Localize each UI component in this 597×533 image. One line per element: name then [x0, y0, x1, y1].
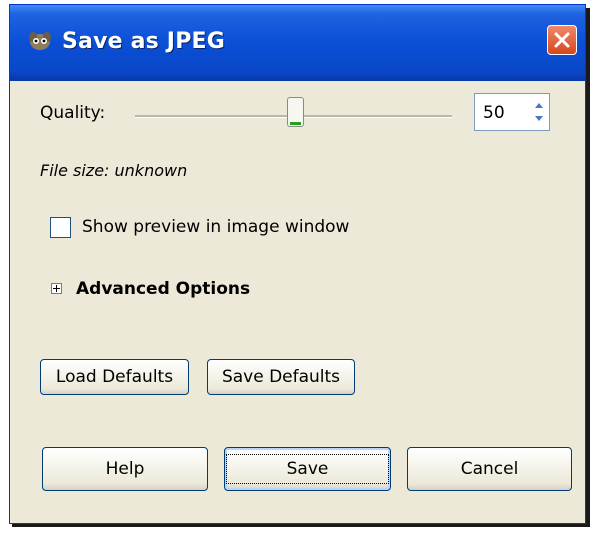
- window-title: Save as JPEG: [62, 29, 226, 54]
- save-as-jpeg-dialog: Save as JPEG Quality: 50 File size: unkn…: [9, 4, 586, 524]
- quality-label: Quality:: [40, 103, 106, 123]
- quality-value: 50: [483, 103, 505, 123]
- help-button[interactable]: Help: [42, 447, 208, 491]
- save-button[interactable]: Save: [224, 447, 391, 491]
- expander-plus-icon[interactable]: [51, 283, 62, 294]
- title-bar[interactable]: Save as JPEG: [10, 5, 585, 81]
- window-shadow-right: [586, 8, 590, 527]
- spin-arrows-icon[interactable]: [532, 98, 546, 126]
- file-size-text: File size: unknown: [40, 161, 188, 180]
- save-defaults-button[interactable]: Save Defaults: [207, 359, 355, 395]
- save-button-label: Save: [225, 454, 390, 484]
- gimp-wilber-icon: [24, 29, 56, 51]
- quality-spinbox[interactable]: 50: [474, 93, 550, 131]
- cancel-button[interactable]: Cancel: [407, 447, 572, 491]
- close-button[interactable]: [547, 25, 577, 55]
- quality-slider-thumb[interactable]: [287, 97, 304, 127]
- load-defaults-button[interactable]: Load Defaults: [40, 359, 189, 395]
- show-preview-label[interactable]: Show preview in image window: [82, 217, 349, 237]
- show-preview-checkbox[interactable]: [50, 217, 71, 238]
- advanced-options-toggle[interactable]: Advanced Options: [76, 279, 250, 299]
